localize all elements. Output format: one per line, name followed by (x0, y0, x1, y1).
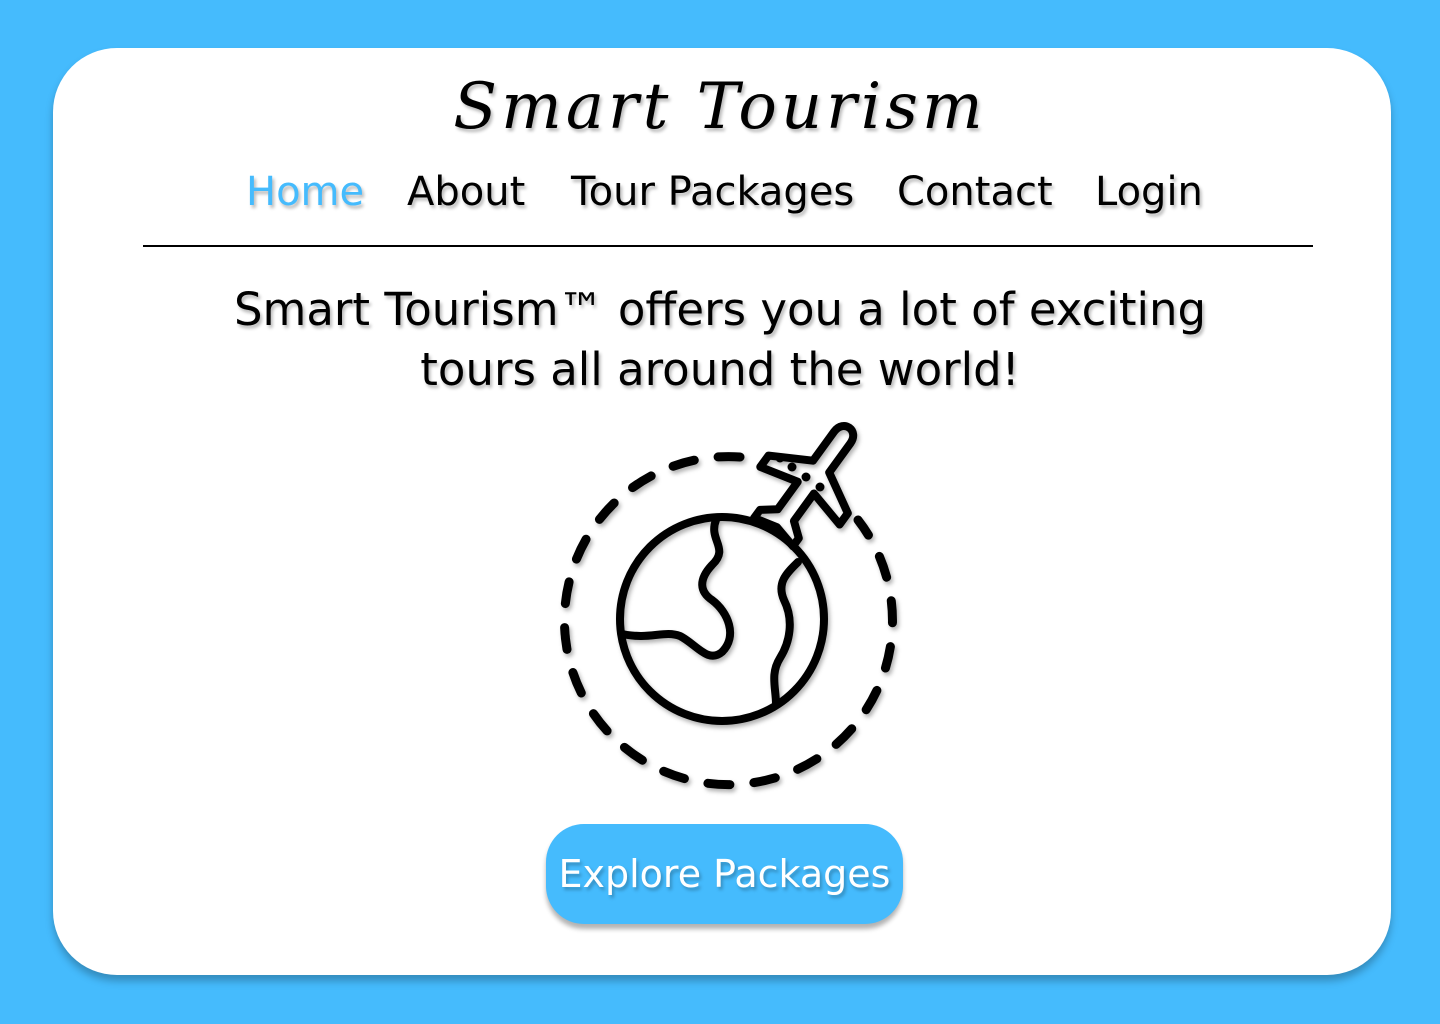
nav-divider (143, 245, 1313, 247)
nav-contact[interactable]: Contact (897, 162, 1053, 222)
nav-tour-packages[interactable]: Tour Packages (571, 162, 854, 222)
hero-tagline: Smart Tourism™ offers you a lot of excit… (200, 280, 1240, 400)
explore-packages-button[interactable]: Explore Packages (546, 824, 903, 924)
globe-airplane-icon (540, 420, 910, 800)
nav-login[interactable]: Login (1095, 162, 1203, 222)
hero-tagline-line-1: Smart Tourism™ offers you a lot of excit… (233, 283, 1207, 336)
nav-home[interactable]: Home (246, 162, 364, 222)
hero-tagline-line-2: tours all around the world! (420, 343, 1020, 396)
site-logo[interactable]: Smart Tourism (0, 52, 1440, 162)
nav-about[interactable]: About (407, 162, 525, 222)
